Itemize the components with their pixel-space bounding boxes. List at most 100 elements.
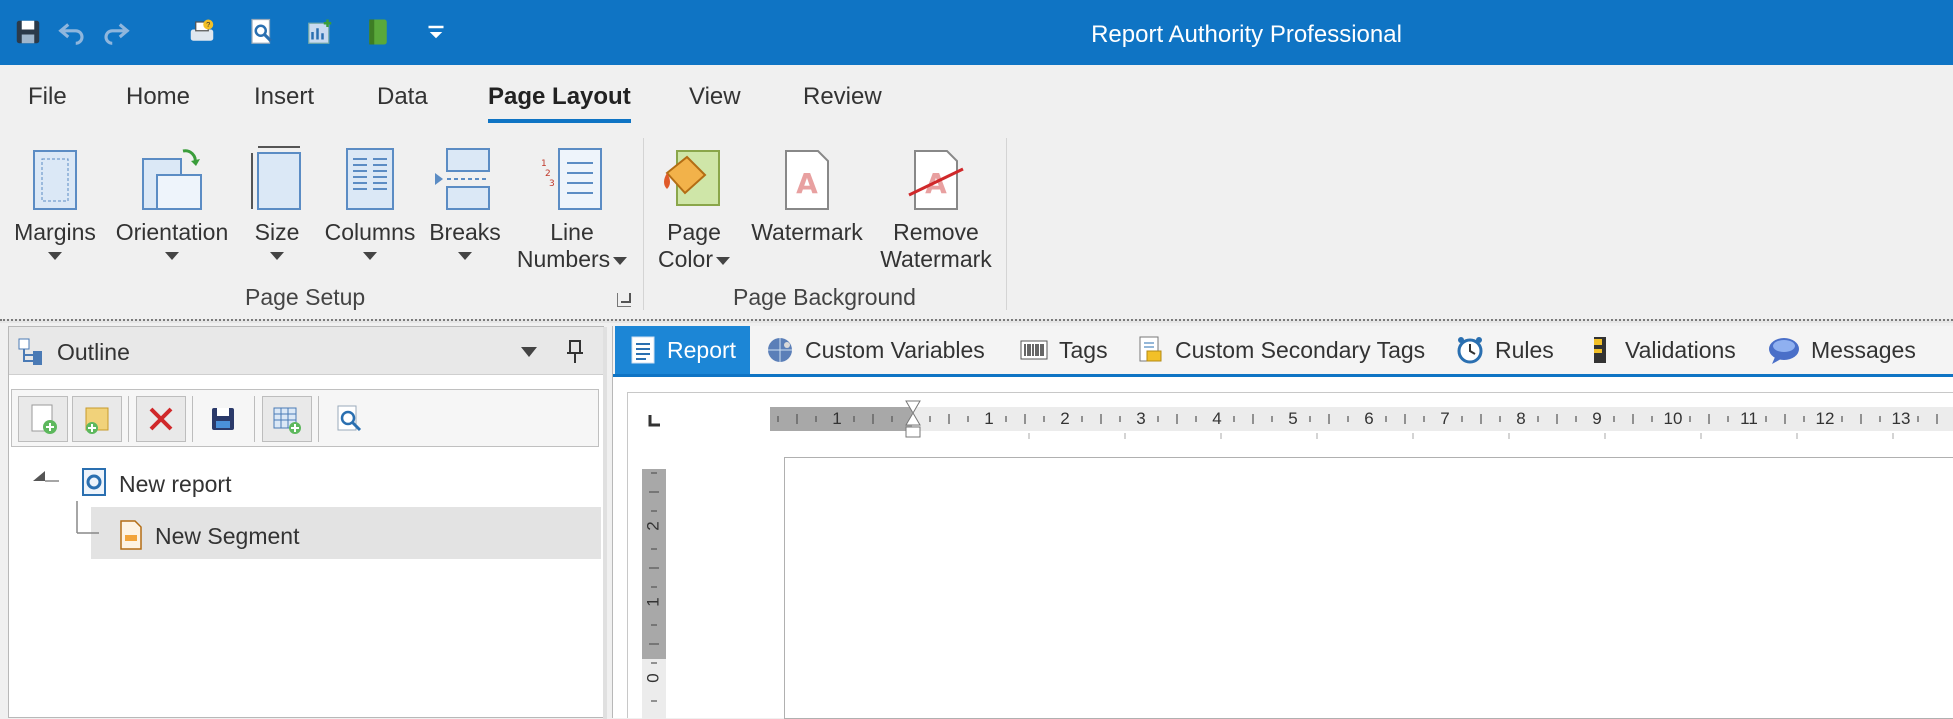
add-report-icon[interactable]: [18, 396, 68, 442]
breaks-button[interactable]: Breaks: [428, 136, 502, 260]
margins-button[interactable]: Margins: [10, 136, 100, 260]
svg-text:2: 2: [545, 169, 551, 179]
tree-item-report[interactable]: New report: [79, 467, 231, 505]
svg-text:3: 3: [549, 179, 555, 189]
ruler-label: 2: [1060, 409, 1069, 428]
ruler-label: 4: [1212, 409, 1221, 428]
add-table-icon[interactable]: [262, 396, 312, 442]
ruler-label: 11: [1740, 409, 1758, 428]
outline-icon: [17, 337, 47, 372]
vertical-ruler[interactable]: 2 1 0: [628, 393, 688, 719]
tab-view[interactable]: View: [689, 83, 741, 111]
chevron-down-icon: [48, 252, 62, 260]
ruler-label: 3: [1136, 409, 1145, 428]
tree-item-label: New Segment: [155, 523, 300, 550]
toolbar-separator: [318, 396, 319, 442]
tree-item-label: New report: [119, 471, 232, 498]
report-editor[interactable]: 1 1 2 3 4 5 6 7 8 9 10 11 12 13 210: [627, 392, 1953, 719]
tab-validations[interactable]: Validations: [1585, 326, 1736, 374]
ruler-label: 0: [643, 673, 662, 682]
toolbar-separator: [128, 396, 129, 442]
chevron-down-icon[interactable]: [521, 347, 537, 357]
line-numbers-icon: 123: [512, 136, 632, 211]
svg-text:1: 1: [541, 159, 547, 169]
ruler-label: 1: [643, 597, 662, 606]
chevron-down-icon: [715, 256, 730, 265]
line-numbers-button[interactable]: 123 Line Numbers: [512, 136, 632, 273]
panel-border: [603, 327, 607, 719]
report-icon: [79, 467, 111, 505]
horizontal-ruler[interactable]: 1 1 2 3 4 5 6 7 8 9 10 11 12 13: [628, 393, 1953, 453]
ribbon: Margins Orientation Size Columns Breaks: [0, 128, 1953, 320]
ribbon-tabs: File Home Insert Data Page Layout View R…: [0, 65, 1953, 125]
segment-icon: [115, 519, 147, 557]
outline-panel: Outline New report New Segment: [8, 326, 607, 719]
tab-messages[interactable]: Messages: [1767, 326, 1916, 374]
tab-review[interactable]: Review: [803, 83, 882, 111]
app-title: Report Authority Professional: [1091, 21, 1402, 48]
group-label-page-setup: Page Setup: [245, 284, 366, 310]
clock-icon: [1457, 337, 1483, 364]
orientation-icon: [110, 136, 234, 211]
ruler-label: 5: [1288, 409, 1297, 428]
ruler-label: 8: [1516, 409, 1525, 428]
columns-button[interactable]: Columns: [322, 136, 418, 260]
chevron-down-icon: [363, 252, 377, 260]
group-separator: [643, 138, 644, 310]
outline-header: Outline: [9, 327, 603, 375]
tab-home[interactable]: Home: [126, 83, 190, 111]
tab-page-layout[interactable]: Page Layout: [488, 83, 631, 123]
barcode-icon: [1020, 340, 1048, 360]
orientation-button[interactable]: Orientation: [110, 136, 234, 260]
ruler-label: 6: [1364, 409, 1373, 428]
size-icon: [244, 136, 310, 211]
chevron-down-icon: [270, 252, 284, 260]
preview-icon[interactable]: [324, 396, 374, 442]
globe-icon: [768, 338, 792, 362]
message-icon: [1769, 338, 1799, 364]
report-page[interactable]: [784, 457, 1953, 719]
tab-rules[interactable]: Rules: [1455, 326, 1554, 374]
breaks-icon: [428, 136, 502, 211]
tab-file[interactable]: File: [28, 83, 67, 111]
report-icon: [631, 336, 655, 364]
columns-icon: [322, 136, 418, 211]
remove-watermark-icon: A: [876, 136, 996, 211]
document-tabs: Report Custom Variables Tags Custom Seco…: [613, 326, 1953, 377]
toolbar-separator: [254, 396, 255, 442]
tab-custom-secondary-tags[interactable]: Custom Secondary Tags: [1135, 326, 1425, 374]
group-label-page-background: Page Background: [733, 284, 916, 310]
dialog-launcher-icon[interactable]: [617, 293, 631, 307]
paint-bucket-icon: [654, 136, 734, 211]
chevron-down-icon: [613, 256, 628, 265]
ruler-label: 13: [1892, 409, 1911, 428]
ruler-label: 10: [1664, 409, 1683, 428]
watermark-button[interactable]: A Watermark: [744, 136, 870, 246]
tree-item-segment[interactable]: New Segment: [115, 519, 299, 557]
remove-watermark-button[interactable]: A RemoveWatermark: [876, 136, 996, 273]
ruler-label: 9: [1592, 409, 1601, 428]
splitter[interactable]: [0, 319, 1953, 323]
svg-text:A: A: [796, 167, 818, 200]
outline-toolbar: [11, 389, 599, 447]
tab-custom-variables[interactable]: Custom Variables: [765, 326, 985, 374]
size-button[interactable]: Size: [244, 136, 310, 260]
validation-icon: [1594, 337, 1606, 363]
tab-insert[interactable]: Insert: [254, 83, 314, 111]
delete-icon[interactable]: [136, 396, 186, 442]
page-color-button[interactable]: Page Color: [654, 136, 734, 273]
ruler-label: 1: [832, 409, 841, 428]
watermark-icon: A: [744, 136, 870, 211]
ruler-label: 7: [1440, 409, 1449, 428]
tab-report[interactable]: Report: [615, 326, 751, 374]
add-segment-icon[interactable]: [72, 396, 122, 442]
ruler-label: 12: [1816, 409, 1835, 428]
title-bar: ? Report Authority Professional: [0, 0, 1953, 65]
save-icon[interactable]: [198, 396, 248, 442]
document-pane: Report Custom Variables Tags Custom Seco…: [612, 326, 1953, 719]
ruler-label: 1: [984, 409, 993, 428]
ruler-label: 2: [643, 521, 662, 530]
pin-icon[interactable]: [565, 339, 585, 370]
tab-tags[interactable]: Tags: [1019, 326, 1108, 374]
tab-data[interactable]: Data: [377, 83, 428, 111]
